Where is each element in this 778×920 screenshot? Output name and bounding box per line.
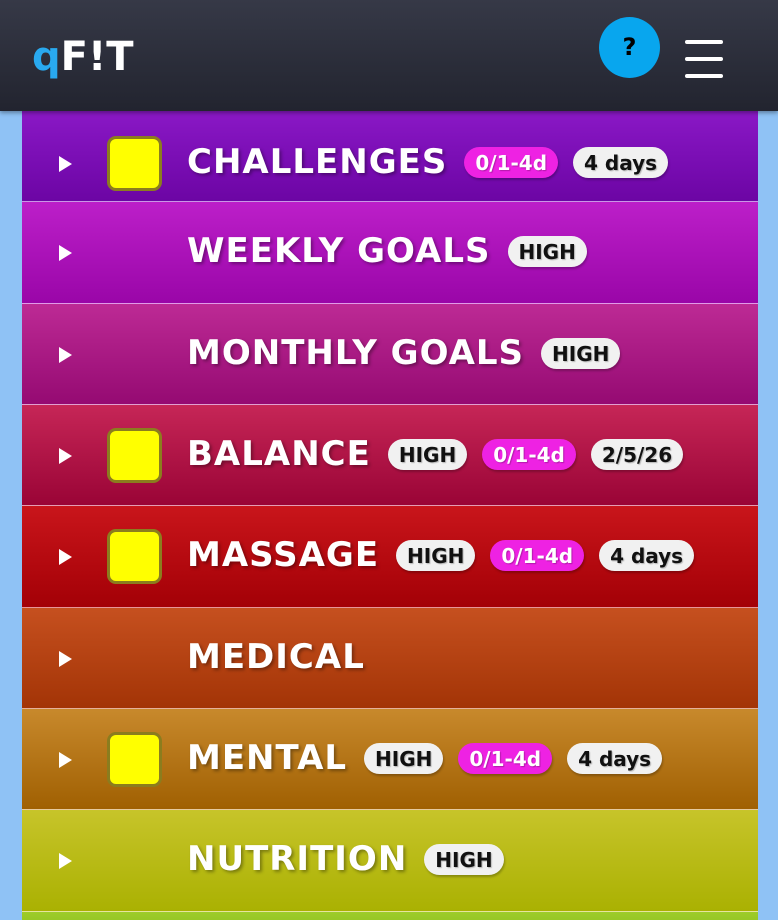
logo-fit: F!T	[60, 34, 134, 80]
category-row-challenges[interactable]: CHALLENGES 0/1-4d 4 days	[22, 111, 758, 202]
status-badge: HIGH	[396, 539, 476, 571]
category-checkbox[interactable]	[107, 136, 162, 191]
category-title-line: WEEKLY GOALS HIGH	[187, 231, 587, 271]
expand-arrow-icon[interactable]	[59, 752, 72, 768]
status-badge: HIGH	[541, 337, 621, 369]
menu-bar	[685, 40, 723, 44]
status-badge: 4 days	[599, 539, 695, 571]
category-row-next[interactable]	[22, 912, 758, 920]
category-title: MONTHLY GOALS	[187, 333, 525, 373]
expand-arrow-icon[interactable]	[59, 245, 72, 261]
category-title-line: BALANCE HIGH 0/1-4d 2/5/26	[187, 434, 684, 474]
category-title-line: MEDICAL	[187, 637, 365, 677]
category-title: CHALLENGES	[187, 142, 448, 182]
category-title: BALANCE	[187, 434, 371, 474]
status-badge: 4 days	[567, 742, 663, 774]
expand-arrow-icon[interactable]	[59, 347, 72, 363]
category-checkbox[interactable]	[107, 529, 162, 584]
progress-badge: 0/1-4d	[464, 146, 559, 178]
category-title-line: NUTRITION HIGH	[187, 839, 504, 879]
category-title: MENTAL	[187, 738, 348, 778]
logo-q: q	[32, 34, 61, 80]
status-badge: 4 days	[573, 146, 669, 178]
hamburger-menu-icon[interactable]	[685, 40, 723, 78]
category-title: WEEKLY GOALS	[187, 231, 491, 271]
menu-bar	[685, 74, 723, 78]
category-title-line: CHALLENGES 0/1-4d 4 days	[187, 142, 669, 182]
category-title-line: MONTHLY GOALS HIGH	[187, 333, 621, 373]
category-row-balance[interactable]: BALANCE HIGH 0/1-4d 2/5/26	[22, 405, 758, 506]
category-title-line: MENTAL HIGH 0/1-4d 4 days	[187, 738, 663, 778]
expand-arrow-icon[interactable]	[59, 853, 72, 869]
expand-arrow-icon[interactable]	[59, 448, 72, 464]
category-title: MASSAGE	[187, 535, 380, 575]
expand-arrow-icon[interactable]	[59, 651, 72, 667]
category-row-medical[interactable]: MEDICAL	[22, 608, 758, 709]
app-logo[interactable]: qF!T	[32, 32, 134, 82]
category-checkbox[interactable]	[107, 732, 162, 787]
category-title: NUTRITION	[187, 839, 408, 879]
progress-badge: 0/1-4d	[458, 742, 553, 774]
category-checkbox[interactable]	[107, 428, 162, 483]
category-row-nutrition[interactable]: NUTRITION HIGH	[22, 810, 758, 912]
progress-badge: 0/1-4d	[490, 539, 585, 571]
app-header: qF!T ?	[0, 0, 778, 111]
help-button[interactable]: ?	[599, 17, 660, 78]
category-title: MEDICAL	[187, 637, 365, 677]
status-badge: HIGH	[424, 843, 504, 875]
category-title-line: MASSAGE HIGH 0/1-4d 4 days	[187, 535, 695, 575]
status-badge: HIGH	[507, 235, 587, 267]
status-badge: HIGH	[387, 438, 468, 470]
status-badge: HIGH	[364, 742, 444, 774]
category-row-monthly-goals[interactable]: MONTHLY GOALS HIGH	[22, 304, 758, 405]
expand-arrow-icon[interactable]	[59, 549, 72, 565]
expand-arrow-icon[interactable]	[59, 156, 72, 172]
menu-bar	[685, 57, 723, 61]
category-row-mental[interactable]: MENTAL HIGH 0/1-4d 4 days	[22, 709, 758, 810]
progress-badge: 0/1-4d	[482, 438, 576, 470]
category-row-massage[interactable]: MASSAGE HIGH 0/1-4d 4 days	[22, 506, 758, 608]
category-list: CHALLENGES 0/1-4d 4 days WEEKLY GOALS HIGH MO…	[22, 111, 758, 920]
status-badge: 2/5/26	[590, 438, 684, 470]
category-row-weekly-goals[interactable]: WEEKLY GOALS HIGH	[22, 202, 758, 304]
